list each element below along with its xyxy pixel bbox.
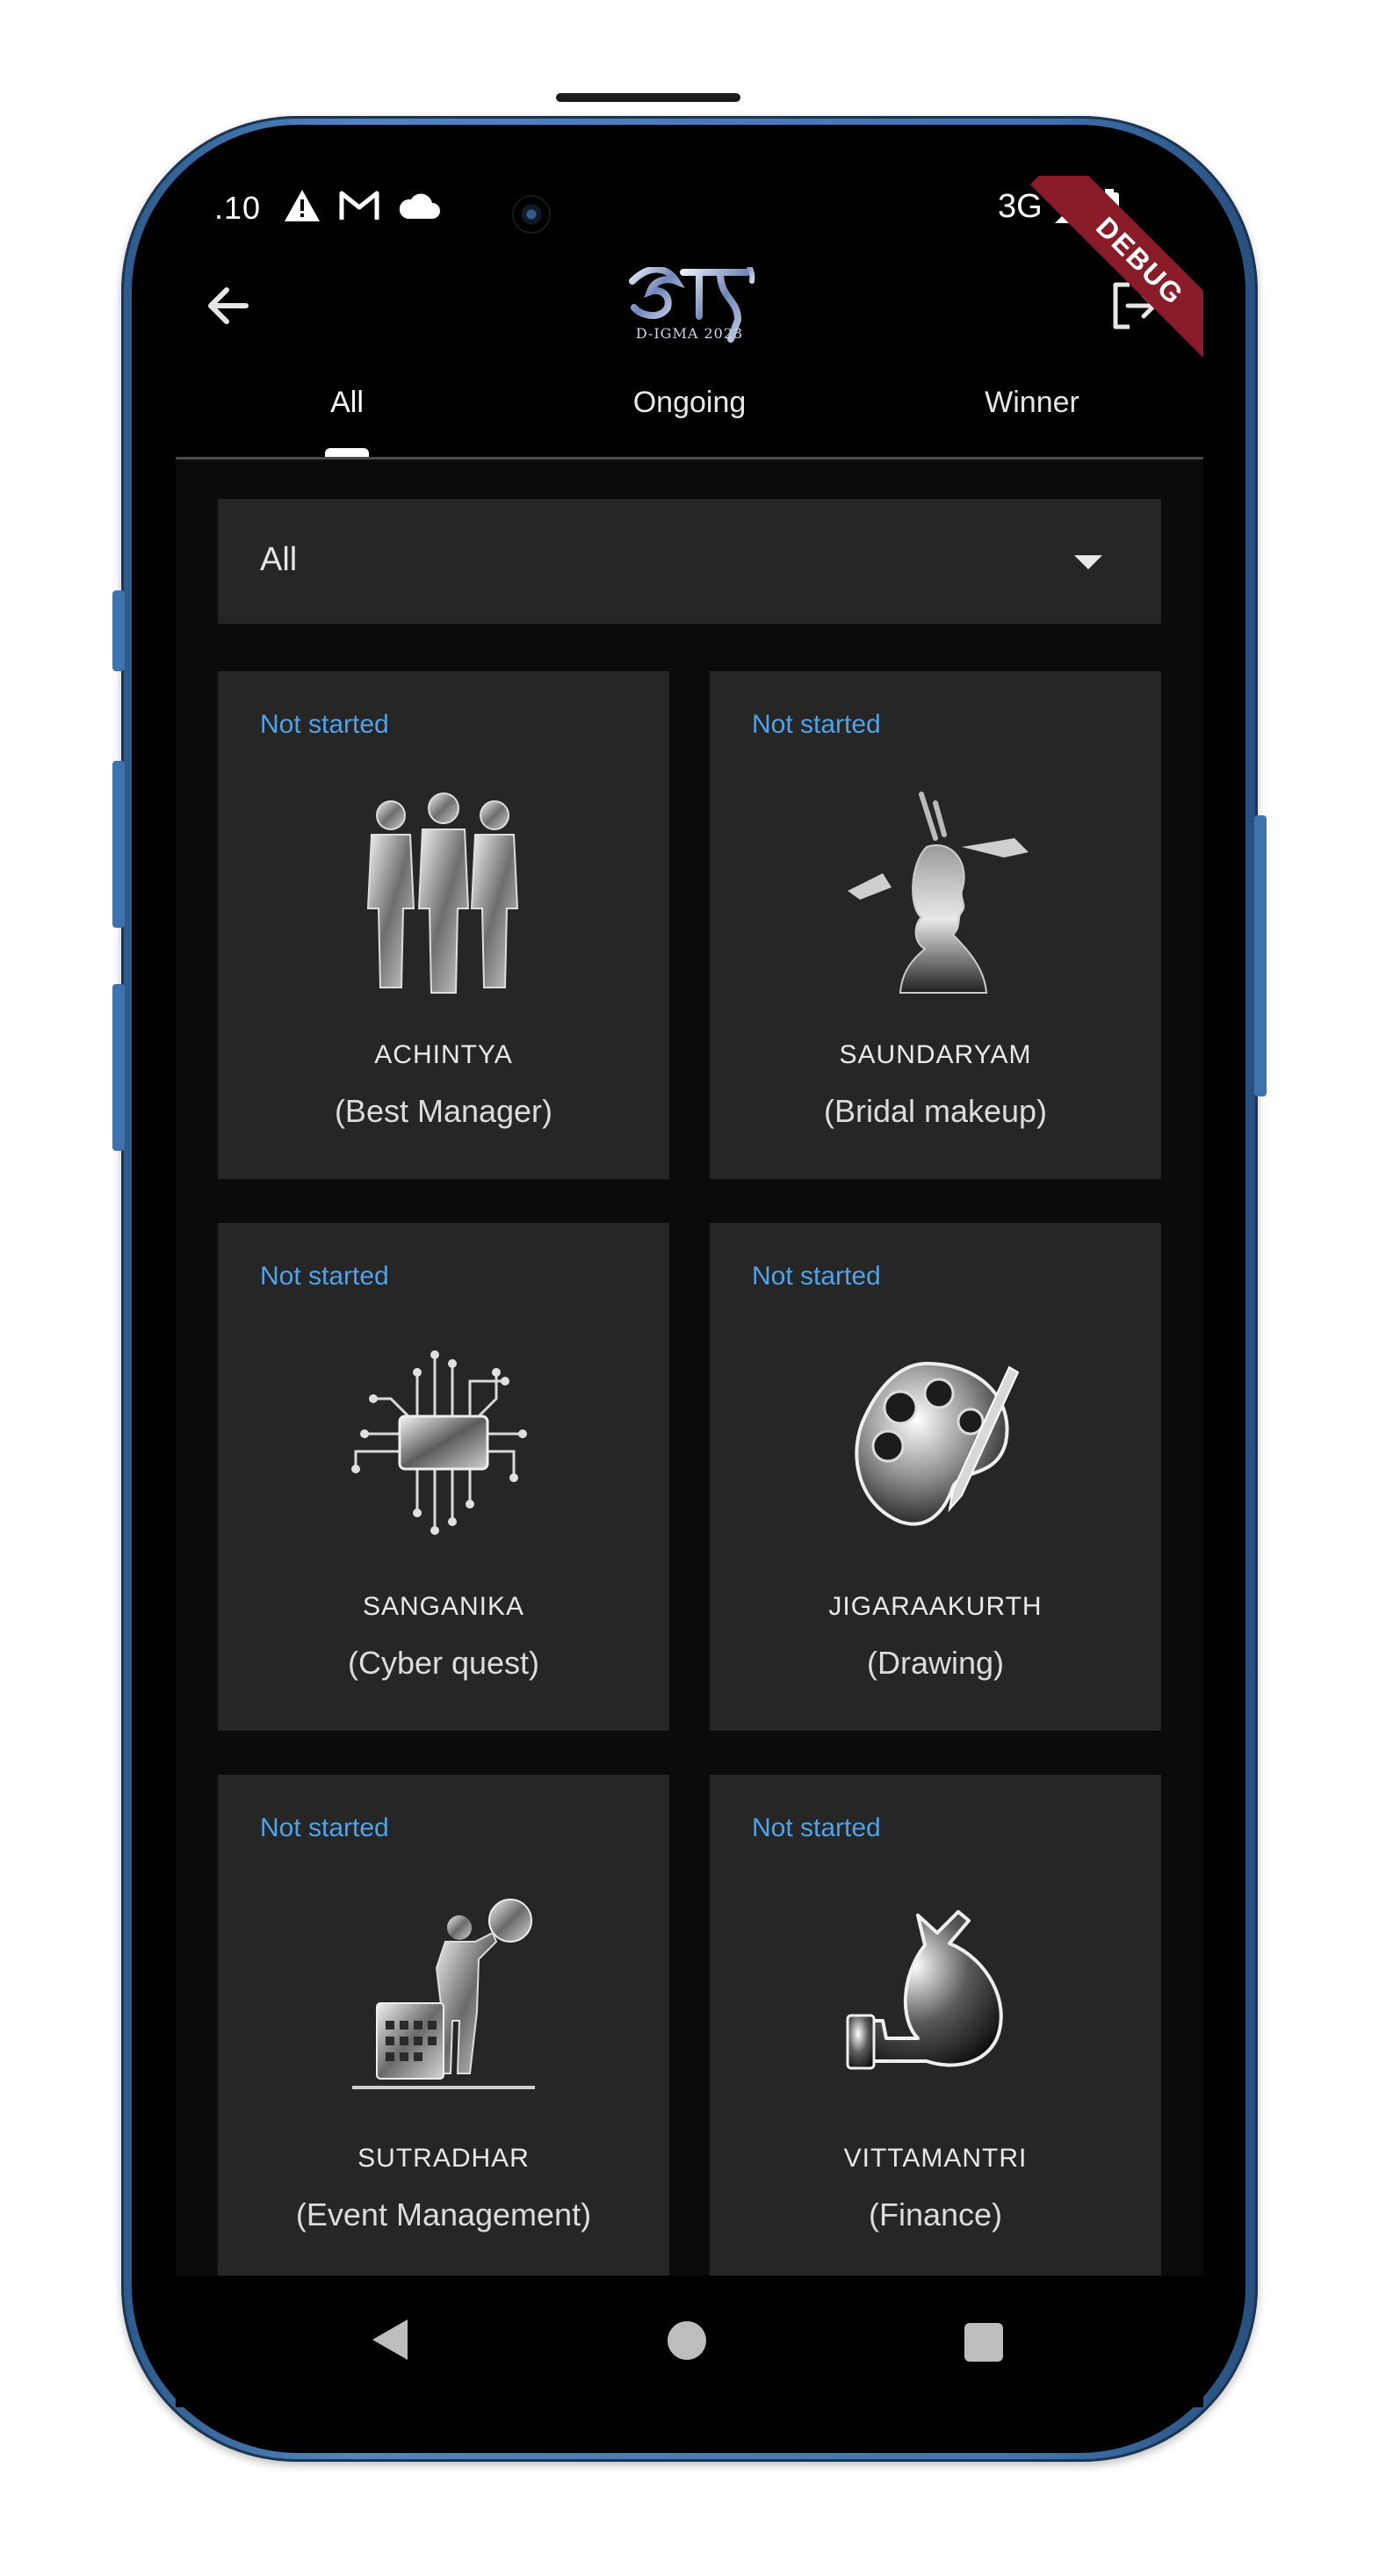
event-status: Not started	[752, 1813, 881, 1842]
event-subtitle: (Cyber quest)	[347, 1645, 540, 1681]
event-planner-icon	[352, 1899, 535, 2089]
gmail-icon	[339, 191, 379, 220]
network-type: 3G	[998, 188, 1043, 225]
system-nav-bar	[176, 2276, 1203, 2407]
event-name: SANGANIKA	[362, 1592, 525, 1621]
event-name: ACHINTYA	[374, 1040, 513, 1069]
nav-home-icon[interactable]	[668, 2321, 706, 2360]
category-dropdown[interactable]: All	[218, 499, 1161, 624]
event-status: Not started	[752, 710, 881, 739]
people-silhouette-icon	[366, 792, 519, 994]
event-subtitle: (Bridal makeup)	[823, 1093, 1048, 1129]
screen: .10 3G DEBUG D-IGMA 2023 All Ongoing Win…	[176, 176, 1203, 2276]
tab-all[interactable]: All	[176, 358, 518, 457]
event-card-achintya[interactable]: Not started ACHINTYA (Best Manager)	[218, 671, 669, 1179]
status-time: .10	[214, 190, 262, 226]
speaker	[556, 93, 740, 102]
tab-ongoing[interactable]: Ongoing	[518, 358, 861, 457]
notification-icons	[283, 188, 441, 223]
event-card-sanganika[interactable]: Not started SANGANIKA (Cyber quest)	[218, 1223, 669, 1731]
logo-caption: D-IGMA 2023	[635, 325, 744, 342]
dropdown-arrow-icon	[1074, 555, 1102, 569]
event-name: SUTRADHAR	[357, 2144, 530, 2173]
event-status: Not started	[260, 1262, 389, 1291]
money-bag-icon	[846, 1910, 1003, 2070]
event-subtitle: (Best Manager)	[334, 1093, 553, 1129]
back-arrow-icon[interactable]	[200, 278, 256, 334]
volume-up-button	[112, 761, 125, 928]
event-name: JIGARAAKURTH	[828, 1592, 1043, 1621]
tab-winner[interactable]: Winner	[861, 358, 1203, 457]
event-status: Not started	[260, 710, 389, 739]
active-tab-indicator	[325, 448, 369, 457]
warning-icon	[285, 190, 320, 221]
event-status: Not started	[752, 1262, 881, 1291]
event-name: SAUNDARYAM	[839, 1040, 1032, 1069]
power-button	[1254, 815, 1267, 1096]
event-card-jigaraakurth[interactable]: Not started JIGARAAKURTH (Drawing)	[710, 1223, 1161, 1731]
event-subtitle: (Drawing)	[866, 1645, 1005, 1681]
tab-bar: All Ongoing Winner	[176, 358, 1203, 459]
makeup-silhouette-icon	[848, 792, 1029, 994]
event-card-vittamantri[interactable]: Not started VITTAMANTRI (Finance)	[710, 1775, 1161, 2276]
event-status: Not started	[260, 1813, 389, 1842]
front-camera	[512, 195, 551, 234]
cloud-icon	[399, 193, 440, 219]
chip-icon	[351, 1350, 527, 1535]
nav-back-icon[interactable]	[371, 2318, 409, 2362]
event-subtitle: (Finance)	[868, 2196, 1003, 2232]
event-name: VITTAMANTRI	[843, 2144, 1028, 2173]
nav-recents-icon[interactable]	[964, 2323, 1003, 2362]
dropdown-selected-value: All	[260, 541, 298, 578]
volume-button	[112, 590, 125, 671]
volume-down-button	[112, 984, 125, 1151]
palette-icon	[855, 1361, 1020, 1526]
event-subtitle: (Event Management)	[295, 2196, 592, 2232]
event-card-sutradhar[interactable]: Not started SUTRADHAR (Event Management)	[218, 1775, 669, 2276]
event-card-saundaryam[interactable]: Not started SAUNDARYAM (Bridal makeup)	[710, 671, 1161, 1179]
